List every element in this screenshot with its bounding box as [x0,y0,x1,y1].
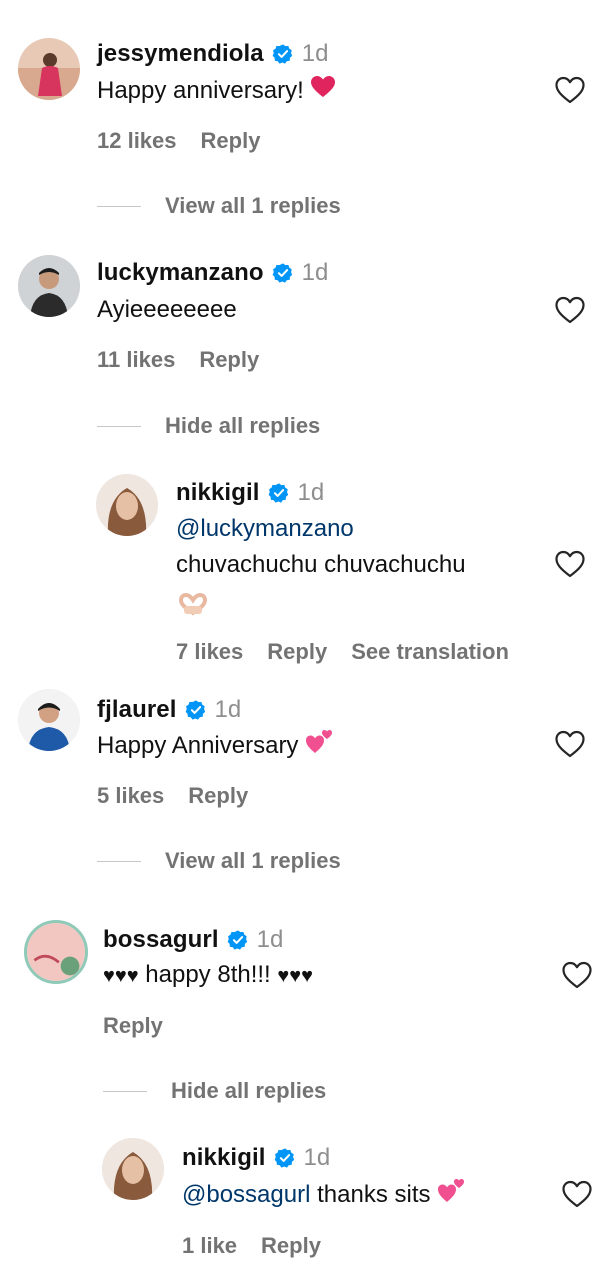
avatar[interactable] [18,255,80,317]
comment-text: @bossagurl thanks sits [182,1176,467,1215]
see-translation-button[interactable]: See translation [351,639,509,665]
view-replies-toggle[interactable]: View all 1 replies [97,193,341,219]
avatar-image [96,474,158,536]
view-replies-label: View all 1 replies [165,193,341,218]
black-hearts-emoji: ♥♥♥ [103,965,139,987]
verified-badge-icon [272,43,294,65]
like-button[interactable] [554,729,586,759]
likes-count[interactable]: 12 likes [97,128,177,154]
avatar-image [18,38,80,100]
likes-count[interactable]: 7 likes [176,639,243,665]
avatar-image [18,255,80,317]
reply-button[interactable]: Reply [267,639,327,665]
reply-button[interactable]: Reply [199,347,259,373]
verified-badge-icon [268,482,290,504]
divider-line [97,205,141,207]
timestamp: 1d [301,259,329,286]
heart-hands-emoji [178,592,208,621]
avatar-image [27,923,85,981]
heart-outline-icon [555,730,585,758]
verified-badge-icon [272,262,294,284]
timestamp: 1d [301,40,329,67]
comment-body: Happy Anniversary [97,731,299,759]
timestamp: 1d [214,696,242,723]
like-button[interactable] [554,75,586,105]
two-hearts-emoji [305,727,335,766]
hide-replies-toggle[interactable]: Hide all replies [97,413,320,439]
heart-outline-icon [562,1180,592,1208]
comment-body: happy 8th!!! [138,961,278,988]
mention-text[interactable]: @luckymanzano [176,515,354,542]
comment-body: thanks sits [310,1180,431,1208]
like-button[interactable] [561,960,593,990]
comment-text: Happy Anniversary [97,727,335,766]
view-replies-toggle[interactable]: View all 1 replies [97,848,341,874]
username[interactable]: bossagurl [103,926,219,954]
likes-count[interactable]: 5 likes [97,783,164,809]
heart-outline-icon [555,76,585,104]
mention-link[interactable]: @luckymanzano [176,511,354,547]
comment-text: Ayieeeeeeee [97,296,237,323]
avatar-image [18,689,80,751]
timestamp: 1d [256,926,284,953]
avatar-image [102,1138,164,1200]
divider-line [97,860,141,862]
heart-outline-icon [555,550,585,578]
username[interactable]: fjlaurel [97,696,177,724]
comment-text: chuvachuchu chuvachuchu [176,551,466,578]
timestamp: 1d [297,479,325,506]
reply-button[interactable]: Reply [261,1233,321,1259]
reply-button[interactable]: Reply [201,128,261,154]
mention-link[interactable]: @bossagurl [182,1181,310,1208]
reply-button[interactable]: Reply [103,1013,163,1039]
hide-replies-toggle[interactable]: Hide all replies [103,1078,326,1104]
likes-count[interactable]: 11 likes [97,347,175,373]
comment-text: ♥♥♥ happy 8th!!! ♥♥♥ [103,957,313,994]
avatar[interactable] [102,1138,164,1200]
likes-count[interactable]: 1 like [182,1233,237,1259]
like-button[interactable] [561,1179,593,1209]
like-button[interactable] [554,295,586,325]
verified-badge-icon [274,1147,296,1169]
verified-badge-icon [227,929,249,951]
view-replies-label: View all 1 replies [165,848,341,873]
divider-line [97,425,141,427]
like-button[interactable] [554,549,586,579]
reply-button[interactable]: Reply [188,783,248,809]
two-hearts-emoji [437,1176,467,1215]
username[interactable]: jessymendiola [97,40,264,68]
comment-body: Happy anniversary! [97,77,304,104]
username[interactable]: luckymanzano [97,259,264,287]
username[interactable]: nikkigil [176,479,260,507]
verified-badge-icon [185,699,207,721]
heart-outline-icon [555,296,585,324]
comment-text: Happy anniversary! [97,73,336,110]
red-heart-emoji [310,74,336,110]
hide-replies-label: Hide all replies [171,1078,327,1103]
avatar[interactable] [96,474,158,536]
divider-line [103,1090,147,1092]
avatar[interactable] [18,38,80,100]
avatar[interactable] [18,689,80,751]
username[interactable]: nikkigil [182,1144,266,1172]
avatar[interactable] [24,920,88,984]
heart-outline-icon [562,961,592,989]
hide-replies-label: Hide all replies [165,413,321,438]
black-hearts-emoji: ♥♥♥ [277,965,314,987]
timestamp: 1d [303,1144,331,1171]
